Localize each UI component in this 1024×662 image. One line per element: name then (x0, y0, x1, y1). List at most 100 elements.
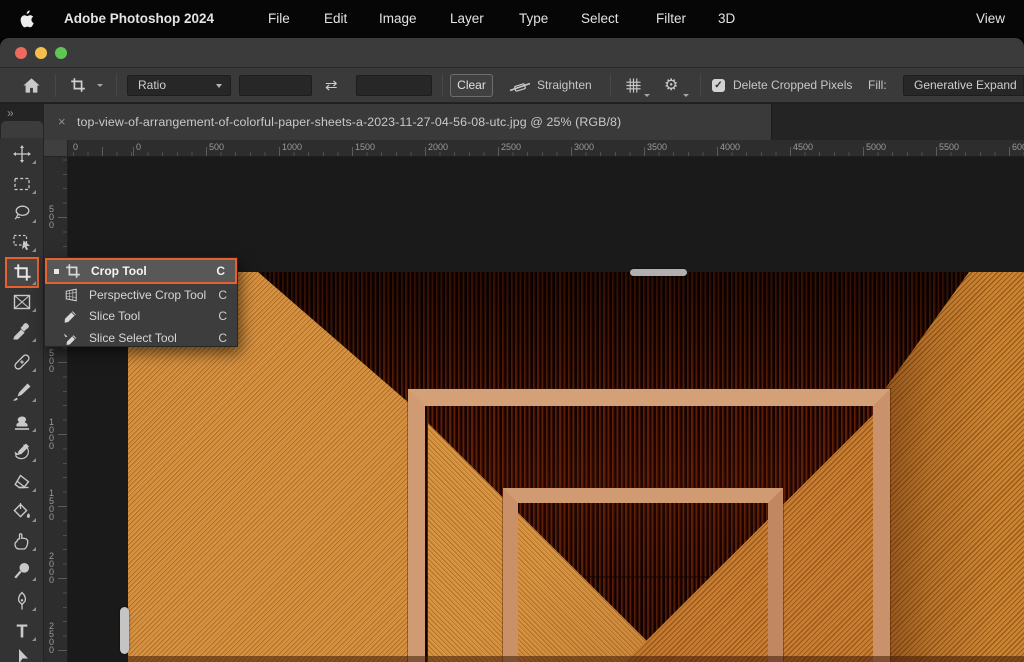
document-image (128, 272, 1024, 662)
lasso-tool[interactable] (12, 203, 32, 223)
document-tab-bar: » × top-view-of-arrangement-of-colorful-… (0, 103, 1024, 140)
flyout-item-slice-select-tool[interactable]: Slice Select ToolC (45, 327, 237, 348)
object-selection-tool[interactable] (12, 232, 32, 252)
flyout-item-perspective-crop-tool[interactable]: Perspective Crop Tool C (45, 284, 237, 305)
crop-tool-flyout-menu: Crop ToolCPerspective Crop Tool CSlice To… (44, 257, 238, 347)
rectangular-marquee-tool[interactable] (12, 174, 32, 194)
menubar-item-image[interactable]: Image (379, 0, 417, 38)
flyout-item-label: Slice Select Tool (89, 327, 177, 348)
menubar-item-select[interactable]: Select (581, 0, 619, 38)
swap-dimensions-icon[interactable]: ⇄ (325, 76, 338, 94)
crop-height-input[interactable] (356, 75, 432, 96)
crop-handle-top[interactable] (630, 269, 687, 276)
fill-select[interactable]: Generative Expand (903, 75, 1024, 96)
chevron-down-icon[interactable] (97, 84, 103, 87)
ratio-select[interactable]: Ratio (127, 75, 231, 96)
collapse-toolbar-icon[interactable]: » (7, 106, 13, 120)
separator (700, 74, 701, 97)
pen-tool[interactable] (12, 591, 32, 611)
brush-tool[interactable] (12, 382, 32, 402)
horizontal-ruler: 0050010001500200025003000350040004500500… (44, 140, 1024, 157)
photoshop-window: Adobe Photoshop 2024FileEditImageLayerTy… (0, 0, 1024, 662)
path-selection-tool[interactable] (12, 648, 32, 662)
photo-bottom-edge (128, 656, 1024, 662)
ruler-h-label: 6000 (1012, 142, 1024, 152)
crop-tool-preset-icon[interactable] (70, 77, 86, 98)
fullscreen-button[interactable] (55, 47, 67, 59)
home-icon[interactable] (22, 76, 41, 100)
flyout-item-label: Perspective Crop Tool (89, 284, 206, 305)
menubar-item-view[interactable]: View (976, 0, 1005, 38)
clone-stamp-tool[interactable] (12, 412, 32, 432)
eraser-tool[interactable] (12, 472, 32, 492)
crop-width-input[interactable] (239, 75, 312, 96)
menubar-item-edit[interactable]: Edit (324, 0, 347, 38)
svg-text:T: T (17, 622, 28, 642)
ruler-v-label: 1500 (48, 489, 55, 521)
move-tool[interactable] (12, 144, 32, 164)
document-tab[interactable]: × top-view-of-arrangement-of-colorful-pa… (44, 104, 772, 141)
straighten-button[interactable]: Straighten (537, 68, 592, 103)
ruler-h-label: 5000 (866, 142, 886, 152)
slice-select-tool-icon (63, 330, 79, 346)
separator (55, 74, 56, 97)
crop-settings-gear-icon[interactable]: ⚙ (664, 75, 678, 95)
ratio-select-value: Ratio (138, 76, 166, 95)
crop-tool-icon (65, 263, 81, 279)
ruler-h-label: 1500 (355, 142, 375, 152)
ruler-h-label: 500 (209, 142, 224, 152)
window-titlebar: Adobe Photoshop 2024 (0, 38, 1024, 68)
history-brush-tool[interactable] (12, 442, 32, 462)
ruler-h-label: 3000 (574, 142, 594, 152)
fill-select-value: Generative Expand (914, 76, 1017, 95)
flyout-item-shortcut: C (218, 305, 227, 327)
options-bar: Ratio ⇄ Clear Straighten ⚙ ✓ Delete Crop… (0, 68, 1024, 103)
menubar-item-filter[interactable]: Filter (656, 0, 686, 38)
menubar-item-file[interactable]: File (268, 0, 290, 38)
apple-logo-icon[interactable] (20, 10, 34, 28)
tab-close-icon[interactable]: × (58, 104, 66, 141)
ruler-h-label: 4000 (720, 142, 740, 152)
canvas-area[interactable] (68, 157, 1024, 662)
active-tool-bullet (54, 269, 59, 274)
document-tab-title: top-view-of-arrangement-of-colorful-pape… (77, 104, 621, 141)
ruler-v-label: 1000 (48, 418, 55, 450)
delete-cropped-pixels-label: Delete Cropped Pixels (733, 68, 852, 103)
dodge-tool[interactable] (12, 561, 32, 581)
flyout-item-shortcut: C (218, 284, 227, 305)
close-button[interactable] (15, 47, 27, 59)
paint-bucket-tool[interactable] (12, 502, 32, 522)
minimize-button[interactable] (35, 47, 47, 59)
menubar-item-3d[interactable]: 3D (718, 0, 735, 38)
chevron-down-icon (644, 94, 650, 97)
ruler-h-label: 4500 (793, 142, 813, 152)
menubar-item-adobe-photoshop-2024[interactable]: Adobe Photoshop 2024 (64, 0, 214, 38)
chevron-down-icon (683, 94, 689, 97)
overlay-grid-icon[interactable] (625, 77, 642, 99)
crop-tool[interactable] (5, 257, 39, 288)
ruler-v-label: 500 (48, 205, 55, 229)
eyedropper-tool[interactable] (12, 322, 32, 342)
ruler-h-label: 0 (136, 142, 141, 152)
delete-cropped-pixels-checkbox[interactable]: ✓ (712, 79, 725, 92)
flyout-item-crop-tool[interactable]: Crop ToolC (45, 258, 237, 284)
clear-button[interactable]: Clear (450, 74, 493, 97)
menubar-item-layer[interactable]: Layer (450, 0, 484, 38)
crop-handle-left[interactable] (120, 607, 129, 654)
slice-tool-icon (63, 308, 79, 324)
chevron-down-icon (216, 84, 222, 88)
ruler-h-label: 1000 (282, 142, 302, 152)
ruler-h-label: 3500 (647, 142, 667, 152)
ruler-h-label: 2500 (501, 142, 521, 152)
flyout-item-slice-tool[interactable]: Slice ToolC (45, 305, 237, 327)
frame-tool[interactable] (12, 292, 32, 312)
fill-label: Fill: (868, 68, 887, 103)
healing-brush-tool[interactable] (12, 352, 32, 372)
type-tool[interactable]: T (12, 621, 32, 641)
perspective-crop-tool-icon (63, 287, 79, 303)
smudge-tool[interactable] (12, 531, 32, 551)
menubar-item-type[interactable]: Type (519, 0, 548, 38)
macos-menu-bar: Adobe Photoshop 2024 File Edit Image Layer Ty… (0, 0, 1024, 38)
ruler-h-label: 2000 (428, 142, 448, 152)
straighten-icon[interactable] (509, 79, 531, 98)
